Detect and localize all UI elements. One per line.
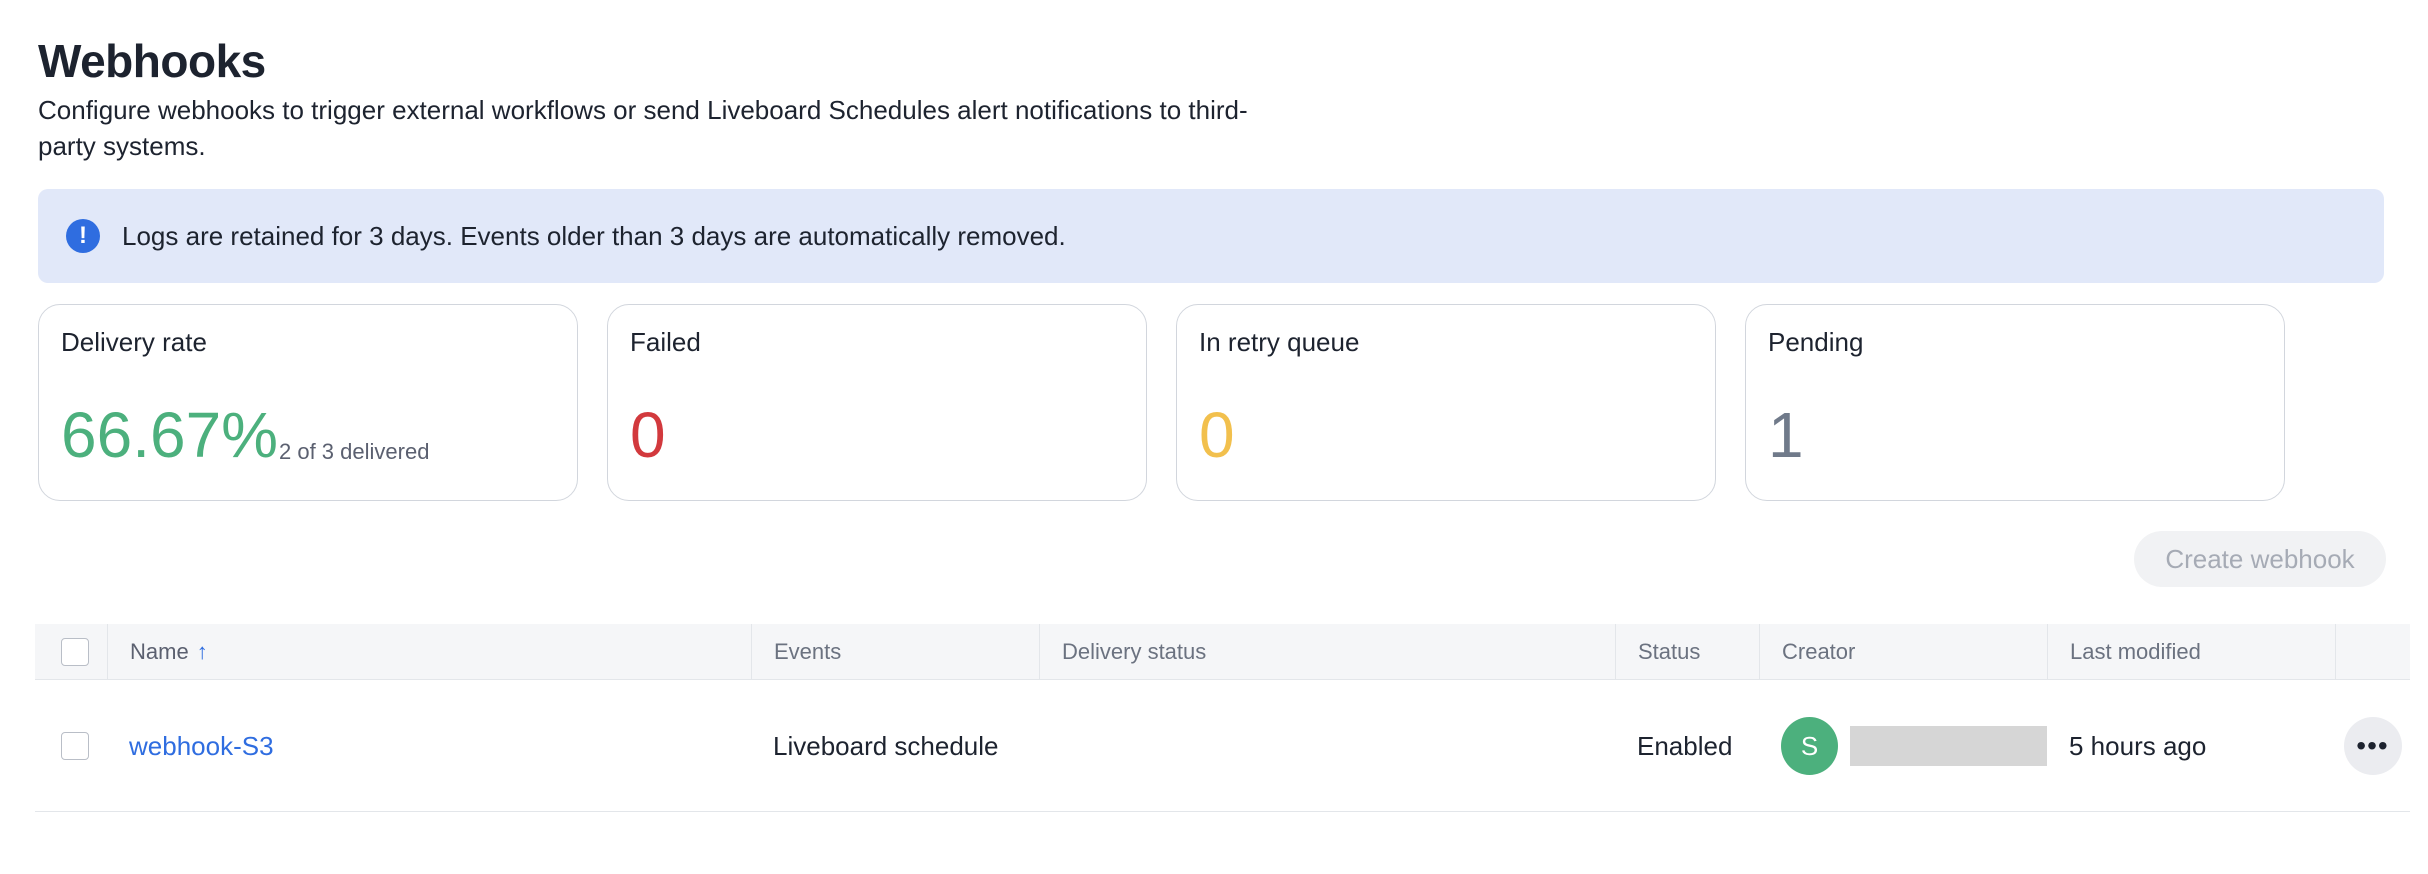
more-options-icon[interactable]: ••• [2343,717,2402,775]
avatar: S [1781,717,1839,775]
row-checkbox[interactable] [61,732,89,760]
stat-card-delivery-rate: Delivery rate 66.67% 2 of 3 delivered [38,304,578,501]
row-actions-cell: ••• [2335,680,2410,812]
stat-value: 66.67% [61,399,279,471]
column-header-creator[interactable]: Creator [1759,624,2047,680]
create-webhook-button[interactable]: Create webhook [2134,531,2386,587]
stat-value: 0 [1199,399,1235,471]
page-subtitle: Configure webhooks to trigger external w… [38,95,1248,161]
webhook-status: Enabled [1637,730,1733,761]
webhook-name-link[interactable]: webhook-S3 [107,680,751,812]
column-header-status[interactable]: Status [1615,624,1759,680]
column-header-delivery-status[interactable]: Delivery status [1039,624,1615,680]
stat-card-pending: Pending 1 [1745,304,2285,501]
creator-name-redacted [1850,726,2047,766]
column-label: Status [1638,639,1701,664]
info-banner: ! Logs are retained for 3 days. Events o… [38,189,2384,283]
stat-subtext: 2 of 3 delivered [279,439,430,464]
column-label: Creator [1782,639,1856,664]
stat-value: 1 [1768,399,1804,471]
column-header-events[interactable]: Events [751,624,1039,680]
column-label: Name [130,639,189,664]
select-all-cell [35,624,107,680]
sort-ascending-icon: ↑ [196,639,208,664]
stat-card-retry-queue: In retry queue 0 [1176,304,1716,501]
column-label: Last modified [2070,639,2201,664]
stat-label: In retry queue [1199,327,1360,357]
info-icon: ! [66,219,100,253]
column-header-actions [2335,624,2410,680]
page-title: Webhooks [38,35,266,87]
stat-value: 0 [630,399,666,471]
banner-text: Logs are retained for 3 days. Events old… [122,220,1066,251]
table-row[interactable]: webhook-S3 Liveboard schedule Enabled S … [35,680,2410,812]
stat-card-failed: Failed 0 [607,304,1147,501]
column-header-name[interactable]: Name ↑ [107,624,751,680]
column-header-last-modified[interactable]: Last modified [2047,624,2335,680]
column-label: Delivery status [1062,639,1207,664]
table-header: Name ↑ Events Delivery status Status Cre… [35,624,2410,680]
row-select-cell [35,680,107,812]
webhook-events: Liveboard schedule [773,730,999,761]
stat-label: Delivery rate [61,327,207,357]
webhook-creator: S [1759,680,2047,812]
column-label: Events [774,639,842,664]
webhook-delivery-status [1039,680,1615,812]
webhook-last-modified: 5 hours ago [2069,730,2207,761]
stat-label: Failed [630,327,701,357]
select-all-checkbox[interactable] [61,638,89,666]
stat-label: Pending [1768,327,1864,357]
